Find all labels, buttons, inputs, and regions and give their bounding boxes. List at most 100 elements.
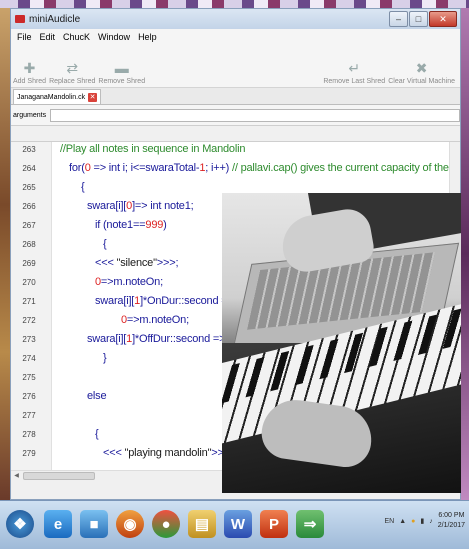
firefox-icon[interactable]: ◉ xyxy=(116,510,144,538)
powerpoint-icon[interactable]: P xyxy=(260,510,288,538)
menu-bar: File Edit ChucK Window Help xyxy=(11,29,460,45)
scroll-left-icon[interactable]: ◀ xyxy=(12,471,21,480)
arguments-input[interactable] xyxy=(50,108,460,122)
code-line-267: if (note1==999) xyxy=(95,219,167,231)
code-line-265: { xyxy=(81,181,85,193)
replace-icon: ⇄ xyxy=(66,60,79,76)
system-tray: EN ▲ ● ▮ ♪ 6:00 PM 2/1/2017 xyxy=(384,511,465,531)
code-token: swara[i][ xyxy=(87,333,127,345)
code-token: { xyxy=(81,181,85,193)
clock-time: 6:00 PM xyxy=(438,512,465,519)
arguments-row: arguments xyxy=(11,105,460,126)
line-number: 277 xyxy=(22,411,36,420)
window-title: miniAudicle xyxy=(29,13,81,25)
code-token: <<< xyxy=(103,447,125,459)
windows-explorer-icon[interactable]: ■ xyxy=(80,510,108,538)
minus-icon: ▬ xyxy=(114,60,129,76)
comment-text: //Play all notes in sequence in Mandolin xyxy=(60,143,246,155)
line-number: 279 xyxy=(22,449,36,458)
code-token: { xyxy=(95,428,99,440)
remove-shred-button[interactable]: ▬ Remove Shred xyxy=(98,61,145,85)
clock[interactable]: 6:00 PM 2/1/2017 xyxy=(438,511,465,531)
clock-date: 2/1/2017 xyxy=(437,522,465,529)
code-token: else xyxy=(87,390,107,402)
line-number: 269 xyxy=(22,259,36,268)
tray-flag-icon[interactable]: ● xyxy=(411,518,415,525)
background-banner-strip xyxy=(0,0,469,8)
app-icon xyxy=(15,15,25,23)
line-number: 274 xyxy=(22,354,36,363)
code-token: =>m.noteOn; xyxy=(126,314,189,326)
clear-vm-button[interactable]: ✖ Clear Virtual Machine xyxy=(388,61,455,85)
tab-janaganamandolin[interactable]: JanaganaMandolin.ck ✕ xyxy=(13,89,102,104)
code-line-278: { xyxy=(95,428,99,440)
code-line-270: 0=>m.noteOn; xyxy=(95,276,163,288)
code-token: =>m.noteOn; xyxy=(100,276,163,288)
line-number: 265 xyxy=(22,183,36,192)
line-number: 278 xyxy=(22,430,36,439)
tray-arrow-icon[interactable]: ▲ xyxy=(399,518,406,525)
close-button[interactable]: ✕ xyxy=(429,11,457,27)
line-number: 273 xyxy=(22,335,36,344)
line-number: 267 xyxy=(22,221,36,230)
menu-window[interactable]: Window xyxy=(94,32,134,42)
tab-strip: JanaganaMandolin.ck ✕ xyxy=(11,88,460,105)
language-indicator[interactable]: EN xyxy=(384,518,394,525)
code-line-272: 0=>m.noteOn; xyxy=(121,314,189,326)
code-line-279: <<< "playing mandolin">>>; xyxy=(103,447,233,459)
remove-last-shred-button[interactable]: ↵ Remove Last Shred xyxy=(323,61,385,85)
overlay-photo xyxy=(222,193,461,493)
line-number: 268 xyxy=(22,240,36,249)
internet-explorer-icon[interactable]: e xyxy=(44,510,72,538)
code-token: ) xyxy=(163,219,167,231)
code-line-263: //Play all notes in sequence in Mandolin xyxy=(60,143,245,155)
number-token: 999 xyxy=(145,219,164,231)
replace-shred-label: Replace Shred xyxy=(49,78,96,85)
title-bar: miniAudicle – □ ✕ xyxy=(11,9,460,29)
chrome-icon[interactable]: ● xyxy=(152,510,180,538)
code-line-274: } xyxy=(103,352,107,364)
line-number: 270 xyxy=(22,278,36,287)
code-token: } xyxy=(103,352,107,364)
line-number: 264 xyxy=(22,164,36,173)
toolbar: ✚ Add Shred ⇄ Replace Shred ▬ Remove Shr… xyxy=(11,45,460,88)
menu-chuck[interactable]: ChucK xyxy=(59,32,94,42)
string-token: "silence" xyxy=(116,257,157,269)
code-token: ]=> int note1; xyxy=(132,200,194,212)
code-line-268: { xyxy=(103,238,107,250)
code-token: swara[i][ xyxy=(95,295,135,307)
code-token: >>>; xyxy=(156,257,179,269)
menu-file[interactable]: File xyxy=(13,32,36,42)
maximize-button[interactable]: □ xyxy=(409,11,428,27)
scroll-thumb[interactable] xyxy=(23,472,95,480)
menu-edit[interactable]: Edit xyxy=(36,32,60,42)
line-number: 263 xyxy=(22,145,36,154)
taskbar: ❖ e ■ ◉ ● ▤ W P ⇒ EN ▲ ● ▮ ♪ 6:00 PM 2/1… xyxy=(0,500,469,549)
start-button[interactable]: ❖ xyxy=(6,510,34,538)
close-tab-icon[interactable]: ✕ xyxy=(88,92,98,102)
arguments-label: arguments xyxy=(13,111,47,119)
app-icon-green[interactable]: ⇒ xyxy=(296,510,324,538)
network-icon[interactable]: ▮ xyxy=(420,517,424,525)
code-line-276: else xyxy=(87,390,107,402)
word-icon[interactable]: W xyxy=(224,510,252,538)
code-token: swara[i][ xyxy=(87,200,127,212)
code-token: <<< xyxy=(95,257,117,269)
add-shred-button[interactable]: ✚ Add Shred xyxy=(13,61,46,85)
line-number: 266 xyxy=(22,202,36,211)
replace-shred-button[interactable]: ⇄ Replace Shred xyxy=(49,61,95,85)
code-line-264: for(0 => int i; i<=swaraTotal-1; i++) //… xyxy=(69,162,460,174)
tab-label: JanaganaMandolin.ck xyxy=(17,93,86,101)
background-right-edge xyxy=(461,8,469,500)
menu-help[interactable]: Help xyxy=(134,32,161,42)
clear-icon: ✖ xyxy=(415,60,428,76)
code-token: for( xyxy=(69,162,85,174)
code-line-266: swara[i][0]=> int note1; xyxy=(87,200,194,212)
line-number: 276 xyxy=(22,392,36,401)
remove-shred-label: Remove Shred xyxy=(98,78,146,85)
remove-last-shred-label: Remove Last Shred xyxy=(323,78,386,85)
file-manager-icon[interactable]: ▤ xyxy=(188,510,216,538)
code-token: ; i++) xyxy=(205,162,233,174)
volume-icon[interactable]: ♪ xyxy=(429,518,433,525)
minimize-button[interactable]: – xyxy=(389,11,408,27)
